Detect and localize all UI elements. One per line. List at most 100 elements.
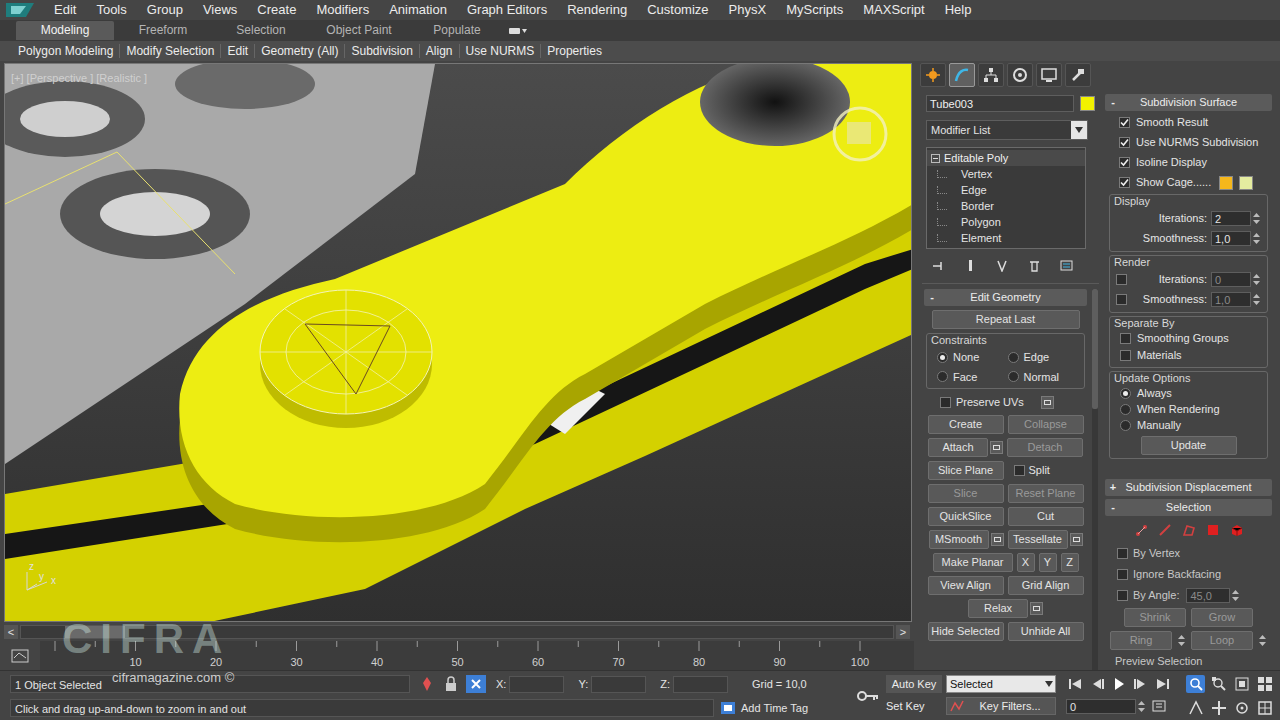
checkbox-row[interactable]: Use NURMS Subdivision [1105, 134, 1272, 151]
selection-level-button[interactable] [1157, 522, 1173, 538]
settings-button[interactable] [1030, 602, 1043, 615]
spinner[interactable]: 0 [1066, 699, 1146, 714]
stack-item[interactable]: Editable Poly [927, 150, 1085, 166]
radio-button[interactable] [937, 352, 948, 363]
menu-item[interactable]: Help [935, 0, 982, 20]
menu-item[interactable]: Views [193, 0, 247, 20]
settings-button[interactable] [1070, 533, 1083, 546]
ribbon-tab[interactable]: Selection [212, 21, 310, 40]
checkbox[interactable] [1120, 350, 1131, 361]
button[interactable]: Cut [1008, 507, 1084, 526]
button[interactable]: QuickSlice [928, 507, 1004, 526]
navigation-button[interactable] [1233, 699, 1252, 717]
time-prev-button[interactable]: < [4, 625, 18, 639]
checkbox-row[interactable]: By Angle:45,0 [1105, 586, 1272, 604]
menu-item[interactable]: Tools [86, 0, 136, 20]
rollout-header[interactable]: -Subdivision Surface [1105, 94, 1272, 111]
rollout-header[interactable]: -Selection [1105, 499, 1272, 516]
button[interactable]: Collapse [1008, 415, 1084, 434]
ribbon-panel[interactable]: Edit [223, 42, 252, 60]
button[interactable]: Unhide All [1008, 622, 1084, 641]
viewport[interactable]: [+] [Perspective ] [Realistic ]zyx [4, 63, 912, 622]
checkbox[interactable] [1117, 548, 1128, 559]
button[interactable]: Reset Plane [1008, 484, 1084, 503]
button[interactable]: Create [928, 415, 1004, 434]
menu-item[interactable]: MyScripts [776, 0, 853, 20]
ribbon-panel[interactable]: Subdivision [347, 42, 416, 60]
ribbon-tab[interactable]: Freeform [114, 21, 212, 40]
spinner[interactable]: 1,0 [1211, 292, 1261, 307]
expand-toggle[interactable] [931, 154, 940, 163]
button[interactable]: Tessellate [1008, 530, 1068, 549]
radio-button[interactable] [1008, 352, 1019, 363]
checkbox[interactable] [1119, 117, 1130, 128]
checkbox-row[interactable]: Ignore Backfacing [1105, 565, 1272, 583]
radio-option[interactable]: Manually [1116, 417, 1261, 433]
checkbox[interactable] [1119, 157, 1130, 168]
checkbox[interactable] [1119, 177, 1130, 188]
button[interactable]: Slice [928, 484, 1004, 503]
stack-tool-button[interactable] [1058, 257, 1074, 273]
spinner-field[interactable]: 1,0 [1211, 292, 1251, 307]
coordinate-input[interactable] [509, 676, 564, 693]
ribbon-panel[interactable]: Use NURMS [462, 42, 539, 60]
button[interactable]: MSmooth [929, 530, 989, 549]
menu-item[interactable]: PhysX [719, 0, 777, 20]
auto-key-button[interactable]: Auto Key [886, 675, 942, 693]
ribbon-panel[interactable]: Align [422, 42, 457, 60]
button[interactable]: Grid Align [1008, 576, 1084, 595]
button[interactable]: Attach [928, 438, 988, 457]
spinner-field[interactable]: 0 [1066, 699, 1136, 714]
menu-item[interactable]: Rendering [557, 0, 637, 20]
checkbox-row[interactable]: Smooth Result [1105, 114, 1272, 131]
object-color-swatch[interactable] [1080, 96, 1095, 111]
cage-color-swatch[interactable] [1239, 176, 1253, 190]
playback-button[interactable] [1110, 675, 1128, 693]
spinner-field[interactable]: 2 [1211, 211, 1251, 226]
spinner[interactable]: 2 [1211, 211, 1261, 226]
button[interactable]: Loop [1191, 631, 1253, 650]
button[interactable]: X [1017, 553, 1035, 572]
checkbox-field[interactable]: Split [1008, 462, 1084, 479]
scrollbar-thumb[interactable] [1092, 289, 1098, 409]
checkbox[interactable] [1119, 137, 1130, 148]
radio-button[interactable] [937, 371, 948, 382]
radio-option[interactable]: Always [1116, 385, 1261, 401]
spinner[interactable]: 45,0 [1184, 588, 1240, 603]
cage-color-swatch[interactable] [1219, 176, 1233, 190]
stack-tool-button[interactable] [1026, 257, 1042, 273]
button[interactable]: Update [1141, 436, 1237, 455]
spinner-field[interactable]: 0 [1211, 272, 1251, 287]
settings-button[interactable] [990, 441, 1003, 454]
button[interactable]: Repeat Last [932, 310, 1080, 329]
radio-option[interactable]: When Rendering [1116, 401, 1261, 417]
track-bar-toggle[interactable] [0, 641, 40, 670]
settings-button[interactable] [991, 533, 1004, 546]
selection-level-button[interactable] [1205, 522, 1221, 538]
navigation-button[interactable] [1209, 699, 1228, 717]
checkbox-row[interactable]: Isoline Display [1105, 154, 1272, 171]
navigation-button[interactable] [1256, 675, 1275, 693]
time-next-button[interactable]: > [896, 625, 910, 639]
button[interactable]: Relax [968, 599, 1028, 618]
navigation-button[interactable] [1186, 699, 1205, 717]
command-panel-tab[interactable] [1065, 63, 1091, 87]
menu-item[interactable]: Graph Editors [457, 0, 557, 20]
button[interactable]: Y [1039, 553, 1057, 572]
checkbox[interactable] [1117, 569, 1128, 580]
coordinate-input[interactable] [673, 676, 728, 693]
stack-tool-button[interactable] [994, 257, 1010, 273]
command-panel-tab[interactable] [978, 63, 1004, 87]
button[interactable]: Hide Selected [928, 622, 1004, 641]
set-key-button[interactable]: Set Key [886, 698, 925, 715]
menu-item[interactable]: Modifiers [306, 0, 379, 20]
coordinate-input[interactable] [591, 676, 646, 693]
absolute-mode-toggle[interactable] [466, 675, 486, 693]
button[interactable]: View Align [928, 576, 1004, 595]
radio-button[interactable] [1120, 404, 1131, 415]
command-panel-tab[interactable] [949, 63, 975, 87]
menu-item[interactable]: MAXScript [853, 0, 934, 20]
checkbox[interactable] [940, 397, 951, 408]
radio-button[interactable] [1120, 420, 1131, 431]
command-panel-tab[interactable] [1036, 63, 1062, 87]
